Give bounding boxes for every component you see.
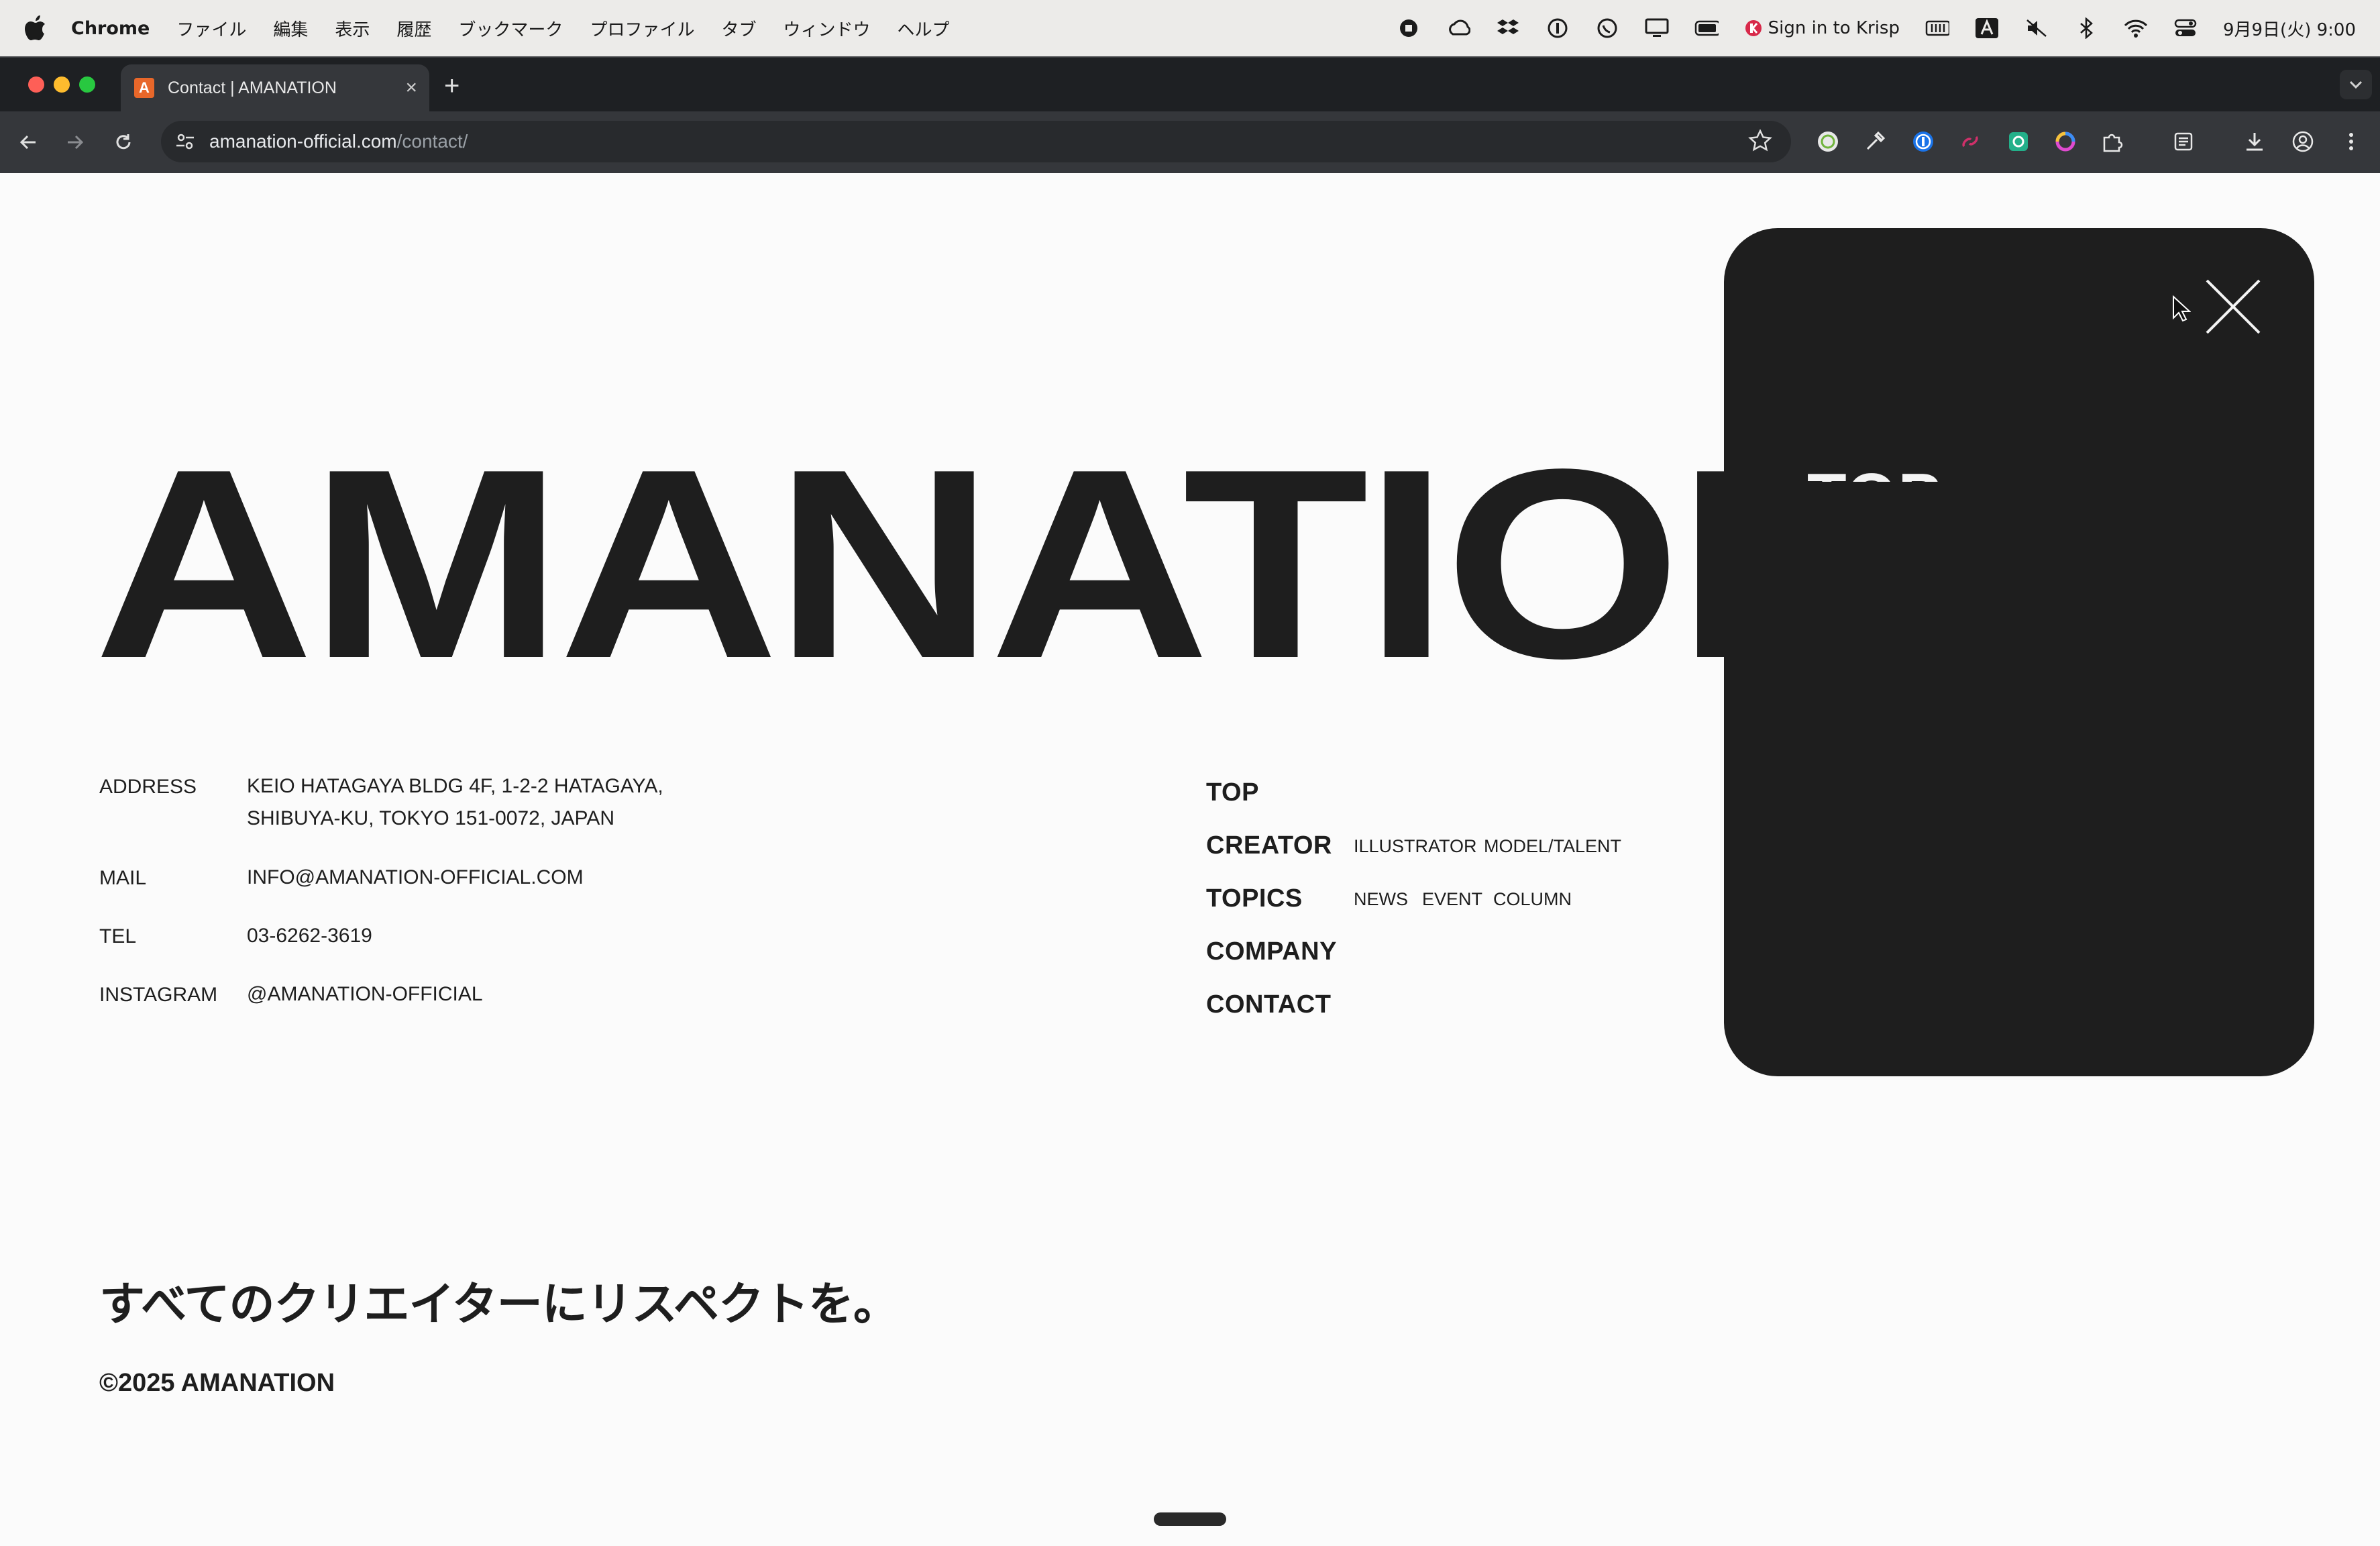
footer-nav-top[interactable]: TOP (1206, 778, 1259, 807)
bookmark-star-icon[interactable] (1748, 129, 1772, 158)
address-line-1: KEIO HATAGAYA BLDG 4F, 1-2-2 HATAGAYA, (247, 775, 663, 797)
extension-eyedropper-icon[interactable] (1861, 127, 1889, 156)
forward-arrow-icon[interactable] (60, 127, 90, 157)
footer-nav-topics[interactable]: TOPICS (1206, 884, 1303, 913)
menu-tab[interactable]: タブ (721, 16, 756, 41)
extension-onepassword-icon[interactable] (1909, 127, 1937, 156)
extensions-puzzle-icon[interactable] (2098, 127, 2126, 156)
tab-contact-amanation[interactable]: A Contact | AMANATION × (121, 64, 429, 111)
menu-file[interactable]: ファイル (176, 16, 246, 41)
memory-icon[interactable] (1925, 16, 1949, 40)
krisp-status[interactable]: Sign in to Krisp (1744, 18, 1900, 38)
window-zoom-button[interactable] (79, 76, 95, 93)
footer-nav-event[interactable]: EVENT (1422, 889, 1482, 910)
footer-nav-news[interactable]: NEWS (1354, 889, 1408, 910)
krisp-icon (1745, 20, 1762, 36)
mute-icon[interactable] (2024, 16, 2049, 40)
tel-link[interactable]: 03-6262-3619 (247, 920, 372, 952)
onepassword-icon[interactable] (1546, 16, 1570, 40)
footer-nav-illustrator[interactable]: ILLUSTRATOR (1354, 836, 1477, 857)
tab-close-icon[interactable]: × (405, 76, 417, 99)
tab-title: Contact | AMANATION (168, 78, 337, 97)
reload-icon[interactable] (109, 127, 138, 157)
menu-help[interactable]: ヘルプ (897, 16, 949, 41)
address-line-2: SHIBUYA-KU, TOKYO 151-0072, JAPAN (247, 807, 614, 829)
footer-nav-column[interactable]: COLUMN (1493, 889, 1572, 910)
menu-edit[interactable]: 編集 (273, 16, 308, 41)
tagline: すべてのクリエイターにリスペクトを。 (99, 1278, 899, 1331)
battery-icon[interactable] (1694, 16, 1719, 40)
extension-link-icon[interactable] (1956, 127, 1984, 156)
input-source-icon[interactable] (1975, 16, 1999, 40)
bluetooth-icon[interactable] (2074, 16, 2098, 40)
overlay-menu-item-top[interactable]: TOP (1807, 464, 1943, 482)
site-settings-icon[interactable] (172, 128, 199, 155)
clock[interactable]: 9月9日(火) 9:00 (2223, 16, 2356, 41)
downloads-icon[interactable] (2240, 127, 2269, 156)
apple-logo-icon[interactable] (24, 15, 47, 42)
record-icon[interactable] (1397, 16, 1421, 40)
cloud-sync-icon[interactable] (1446, 16, 1470, 40)
menu-view[interactable]: 表示 (335, 16, 370, 41)
macos-menu-bar: Chrome ファイル 編集 表示 履歴 ブックマーク プロファイル タブ ウィ… (0, 0, 2380, 56)
wifi-icon[interactable] (2124, 16, 2148, 40)
extension-chatgpt-icon[interactable] (1814, 127, 1842, 156)
copyright: ©2025 AMANATION (99, 1369, 335, 1397)
menu-bookmarks[interactable]: ブックマーク (458, 16, 563, 41)
new-tab-plus-icon[interactable]: + (444, 71, 459, 101)
address-label: ADDRESS (99, 776, 197, 798)
footer-nav-contact[interactable]: CONTACT (1206, 990, 1331, 1019)
display-icon[interactable] (1645, 16, 1669, 40)
mail-link[interactable]: INFO@AMANATION-OFFICIAL.COM (247, 862, 584, 894)
chrome-menu-kebab-icon[interactable] (2337, 127, 2365, 156)
menu-close-icon[interactable] (2204, 278, 2262, 336)
mouse-pointer-icon (2173, 295, 2191, 322)
extension-color-ring-icon[interactable] (2051, 127, 2079, 156)
dropbox-icon[interactable] (1496, 16, 1520, 40)
footer-nav-creator[interactable]: CREATOR (1206, 831, 1332, 860)
scroll-indicator (1154, 1512, 1226, 1526)
url-host: amanation-official.com (209, 131, 397, 152)
hero-logo-title: AMANATION (94, 413, 1897, 715)
overlay-menu-item-top-clip: TOP (1807, 464, 2089, 482)
window-minimize-button[interactable] (54, 76, 70, 93)
url-path: /contact/ (396, 131, 468, 152)
window-close-button[interactable] (28, 76, 44, 93)
status-area: Sign in to Krisp 9月9日(火) 9:00 (1397, 0, 2356, 56)
profile-avatar-icon[interactable] (2289, 127, 2317, 156)
mail-label: MAIL (99, 867, 147, 889)
footer-nav-company[interactable]: COMPANY (1206, 937, 1337, 966)
instagram-link[interactable]: @AMANATION-OFFICIAL (247, 978, 483, 1011)
krisp-label: Sign in to Krisp (1768, 18, 1900, 38)
menu-window[interactable]: ウィンドウ (783, 16, 870, 41)
reading-list-icon[interactable] (2169, 127, 2198, 156)
extension-green-square-icon[interactable] (2004, 127, 2033, 156)
back-arrow-icon[interactable] (13, 127, 43, 157)
control-center-icon[interactable] (2173, 16, 2198, 40)
instagram-label: INSTAGRAM (99, 984, 218, 1006)
footer-nav-model-talent[interactable]: MODEL/TALENT (1484, 836, 1621, 857)
menu-history[interactable]: 履歴 (396, 16, 431, 41)
phone-icon[interactable] (1595, 16, 1619, 40)
app-name-menu[interactable]: Chrome (71, 18, 150, 39)
amanation-favicon-icon: A (134, 78, 154, 98)
overlay-menu-panel: TOP (1724, 228, 2314, 1076)
menu-profiles[interactable]: プロファイル (590, 16, 694, 41)
address-bar[interactable]: amanation-official.com/contact/ (161, 121, 1791, 162)
tel-label: TEL (99, 925, 137, 947)
tab-search-chevron-icon[interactable] (2340, 70, 2372, 99)
